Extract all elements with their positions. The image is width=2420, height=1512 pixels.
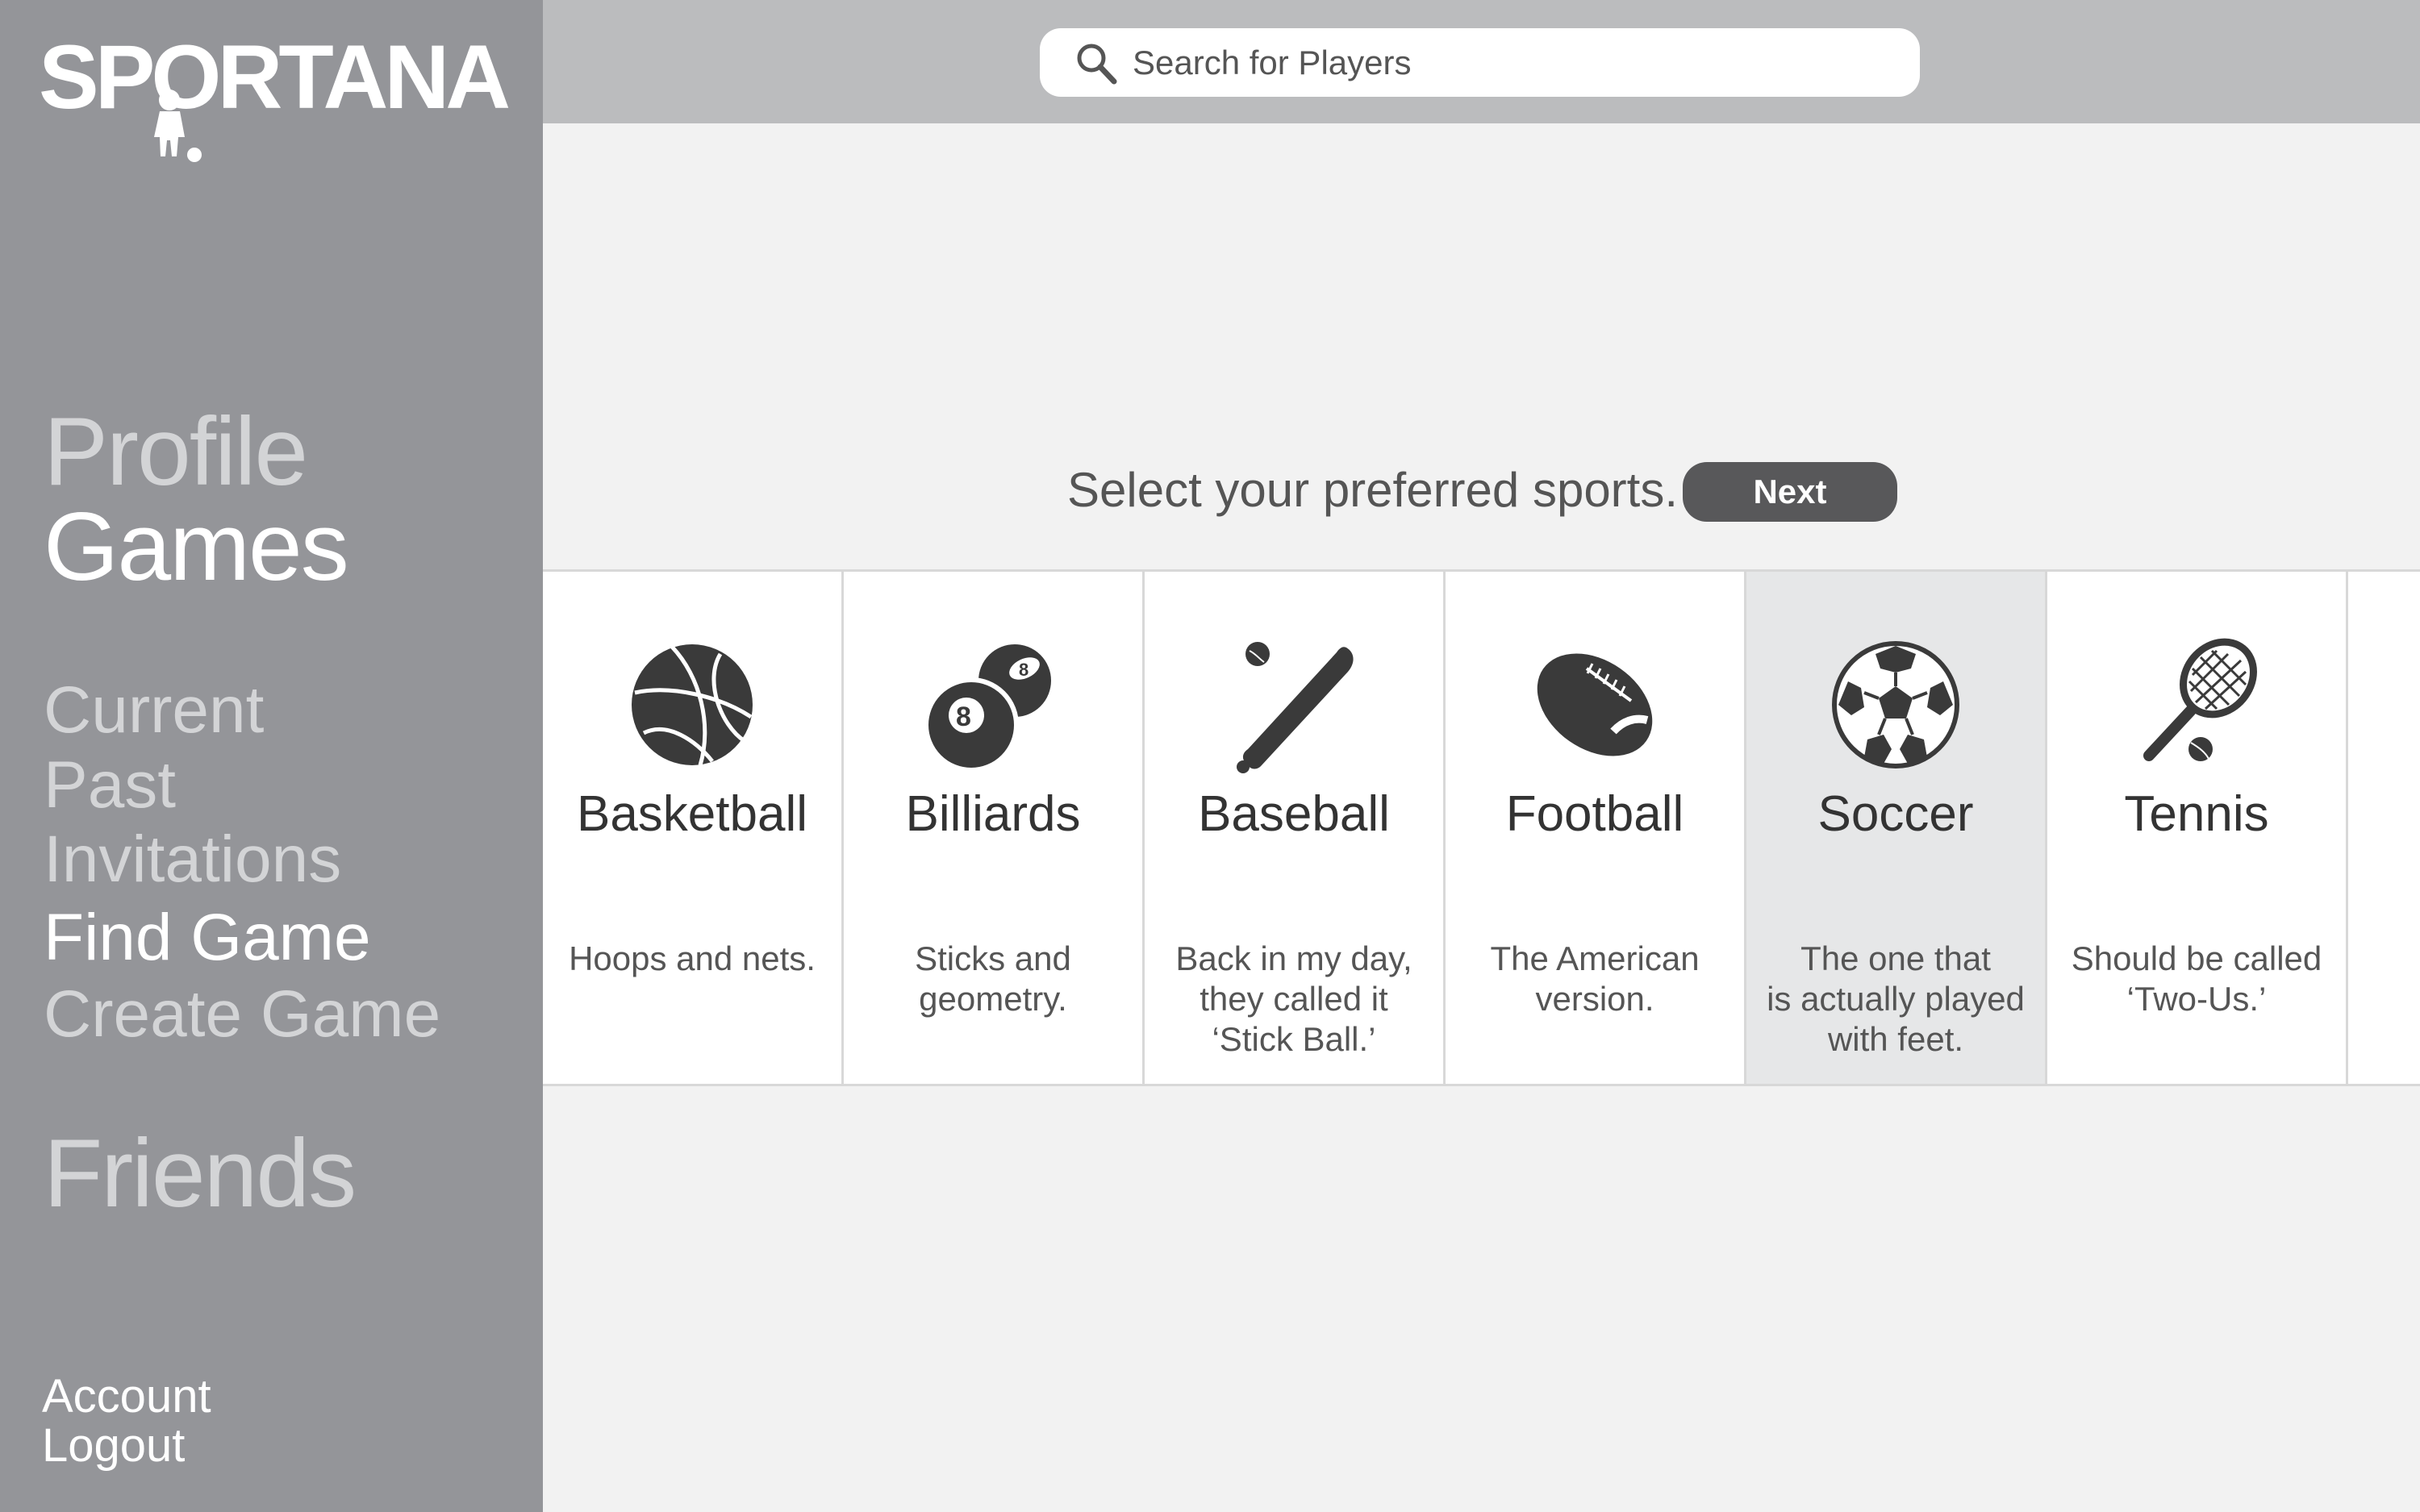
- logo-text: SPORTANA: [39, 27, 511, 127]
- sport-card-tennis[interactable]: Tennis Should be called ‘Two-Us.’: [2047, 572, 2348, 1084]
- nav-create-game[interactable]: Create Game: [44, 981, 440, 1048]
- basketball-icon: [632, 644, 753, 766]
- sport-name: Basketball: [576, 786, 808, 842]
- sport-card-billiards[interactable]: 8 8 Billiards Sticks and geometry.: [844, 572, 1145, 1084]
- sport-card-football[interactable]: Football The American version.: [1446, 572, 1746, 1084]
- sport-description: Hoops and nets.: [569, 939, 816, 977]
- search-icon: [1077, 44, 1117, 85]
- sidebar: SPORTANA Profile Games Current Past Invi…: [0, 0, 543, 1512]
- nav-current[interactable]: Current: [44, 677, 264, 744]
- nav-invitations[interactable]: Invitations: [44, 827, 341, 893]
- player-figure-icon: [154, 90, 202, 162]
- nav-games[interactable]: Games: [44, 498, 349, 595]
- baseball-bat-icon: [1237, 642, 1354, 773]
- svg-text:8: 8: [1019, 660, 1028, 680]
- tennis-racket-icon: [2143, 638, 2257, 761]
- sport-card-baseball[interactable]: Baseball Back in my day, they called it …: [1145, 572, 1446, 1084]
- sport-name: Baseball: [1198, 786, 1390, 842]
- sport-name: Football: [1505, 786, 1684, 842]
- next-button[interactable]: Next: [1683, 462, 1897, 522]
- sport-card-basketball[interactable]: Basketball Hoops and nets.: [543, 572, 844, 1084]
- billiard-balls-icon: 8 8: [924, 639, 1056, 773]
- sportana-logo[interactable]: SPORTANA: [39, 27, 511, 162]
- sport-name: Billiards: [905, 786, 1081, 842]
- nav-past[interactable]: Past: [44, 752, 176, 818]
- nav-friends[interactable]: Friends: [44, 1125, 357, 1222]
- sports-prompt: Select your preferred sports.: [1067, 463, 1679, 517]
- search-bar[interactable]: [1040, 28, 1920, 97]
- svg-text:8: 8: [956, 702, 971, 732]
- sport-card-soccer[interactable]: Soccer The one that is actually played w…: [1746, 572, 2047, 1084]
- soccer-ball-icon: [1832, 641, 1959, 768]
- nav-profile[interactable]: Profile: [44, 403, 308, 500]
- sport-description: Should be called ‘Two-Us.’: [2071, 939, 2322, 1018]
- nav-find-game[interactable]: Find Game: [44, 905, 371, 971]
- sport-description: Back in my day, they called it ‘Stick Ba…: [1175, 939, 1412, 1058]
- search-input[interactable]: [1133, 28, 1891, 97]
- sport-description: The one that is actually played with fee…: [1767, 939, 2025, 1058]
- sport-description: Sticks and geometry.: [915, 939, 1071, 1018]
- nav-logout[interactable]: Logout: [42, 1422, 185, 1469]
- sport-cards: Basketball Hoops and nets. 8 8 Billiards…: [543, 569, 2420, 1086]
- sport-name: Tennis: [2124, 786, 2269, 842]
- football-icon: [1537, 653, 1653, 756]
- nav-account[interactable]: Account: [42, 1373, 211, 1420]
- sport-description: The American version.: [1490, 939, 1700, 1018]
- sport-name: Soccer: [1817, 786, 1974, 842]
